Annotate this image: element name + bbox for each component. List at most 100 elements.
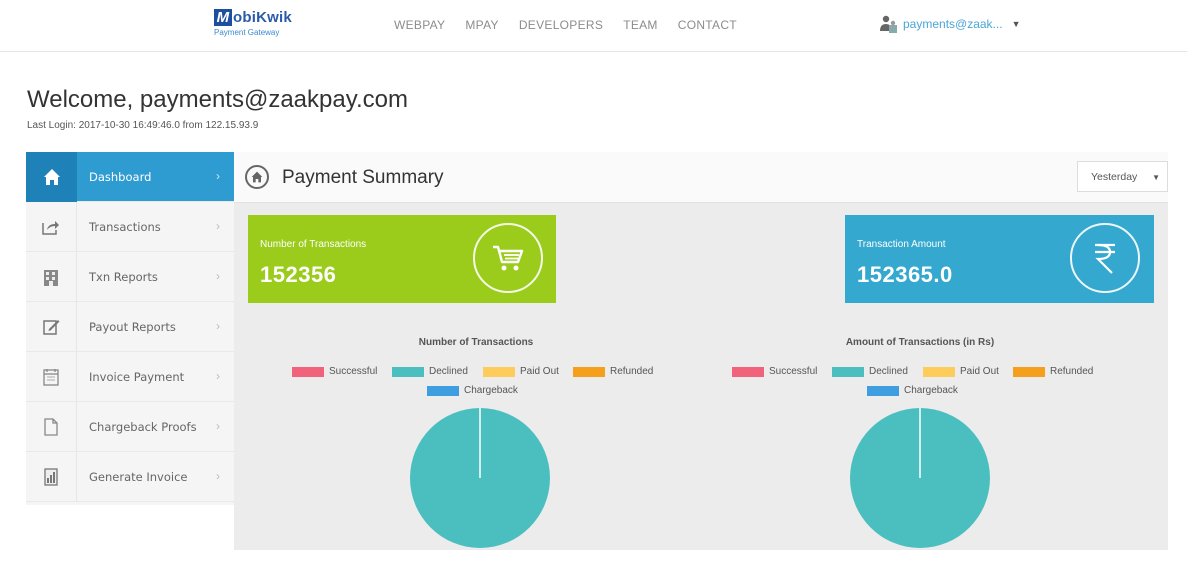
nav-contact[interactable]: CONTACT (678, 18, 737, 32)
sidebar-item-label: Payout Reports (89, 319, 176, 334)
main-panel: Payment Summary Yesterday ▼ Number of Tr… (234, 152, 1168, 550)
chevron-right-icon: › (216, 169, 220, 183)
pie-chart (850, 408, 990, 548)
sidebar-item-chargeback-proofs[interactable]: Chargeback Proofs › (26, 401, 234, 452)
period-select-value: Yesterday (1091, 170, 1138, 183)
chart-transactions: Number of Transactions Successful Declin… (256, 337, 696, 548)
legend-label: Refunded (610, 366, 654, 377)
transactions-count-card: Number of Transactions 152356 (248, 215, 556, 303)
sidebar: Dashboard › Transactions › Txn Reports ›… (26, 151, 234, 505)
home-icon (43, 168, 60, 185)
chart-amount: Amount of Transactions (in Rs) Successfu… (700, 337, 1140, 548)
sidebar-item-dashboard[interactable]: Dashboard › (26, 151, 234, 202)
pie-chart (410, 408, 550, 548)
page-title: Payment Summary (282, 167, 444, 188)
legend-item-chargeback[interactable]: Chargeback (867, 385, 958, 396)
chevron-right-icon: › (216, 469, 220, 483)
nav-mpay[interactable]: MPAY (465, 18, 498, 32)
chevron-right-icon: › (216, 419, 220, 433)
sidebar-icon-box (26, 451, 77, 502)
legend-swatch (867, 385, 899, 396)
legend-label: Chargeback (904, 385, 958, 396)
sidebar-icon-box (26, 201, 77, 252)
chart-title: Number of Transactions (418, 337, 534, 348)
home-icon (251, 171, 263, 183)
user-email: payments@zaak... (903, 17, 1003, 31)
sidebar-item-label: Chargeback Proofs (89, 419, 197, 434)
card-value: 152356 (260, 262, 337, 287)
legend-label: Declined (429, 366, 468, 377)
legend-swatch (483, 366, 515, 377)
legend-label: Successful (769, 366, 818, 377)
nav-team[interactable]: TEAM (623, 18, 658, 32)
legend-item-refunded[interactable]: Refunded (1013, 366, 1093, 377)
sidebar-item-payout-reports[interactable]: Payout Reports › (26, 301, 234, 352)
sidebar-icon-box (26, 151, 77, 202)
user-group-icon (880, 15, 897, 33)
legend-item-successful[interactable]: Successful (732, 366, 817, 377)
calendar-icon (43, 368, 59, 386)
chevron-right-icon: › (216, 319, 220, 333)
sidebar-icon-box (26, 351, 77, 402)
legend-swatch (392, 366, 424, 377)
chevron-right-icon: › (216, 219, 220, 233)
logo-m-mark: M (214, 9, 232, 26)
last-login-text: Last Login: 2017-10-30 16:49:46.0 from 1… (27, 120, 259, 131)
sidebar-item-generate-invoice[interactable]: Generate Invoice › (26, 451, 234, 502)
card-value: 152365.0 (857, 262, 953, 287)
caret-down-icon: ▼ (1152, 173, 1160, 182)
edit-icon (42, 320, 59, 335)
legend-label: Paid Out (520, 366, 559, 377)
legend-label: Chargeback (464, 385, 518, 396)
rupee-icon (1070, 223, 1140, 293)
sidebar-item-label: Generate Invoice (89, 469, 188, 484)
card-label: Number of Transactions (260, 239, 367, 250)
legend-item-declined[interactable]: Declined (832, 366, 908, 377)
panel-header: Payment Summary Yesterday ▼ (234, 152, 1168, 203)
logo-wordmark: MobiKwik (214, 9, 304, 26)
legend-swatch (427, 385, 459, 396)
legend-label: Declined (869, 366, 908, 377)
chart-title: Amount of Transactions (in Rs) (845, 337, 995, 348)
card-label: Transaction Amount (857, 239, 946, 250)
nav-developers[interactable]: DEVELOPERS (519, 18, 603, 32)
legend-item-paid-out[interactable]: Paid Out (483, 366, 559, 377)
sidebar-item-label: Dashboard (89, 169, 152, 184)
legend-swatch (292, 366, 324, 377)
nav-webpay[interactable]: WEBPAY (394, 18, 445, 32)
legend-swatch (832, 366, 864, 377)
welcome-heading: Welcome, payments@zaakpay.com (27, 86, 408, 113)
legend-item-paid-out[interactable]: Paid Out (923, 366, 999, 377)
chevron-right-icon: › (216, 369, 220, 383)
home-circle-icon (245, 165, 269, 189)
logo-text: obiKwik (233, 9, 292, 26)
user-menu[interactable]: payments@zaak... ▼ (878, 14, 1020, 34)
mobikwik-logo[interactable]: MobiKwik Payment Gateway (214, 9, 304, 45)
logo-subtitle: Payment Gateway (214, 28, 280, 37)
sidebar-icon-box (26, 301, 77, 352)
legend-swatch (573, 366, 605, 377)
main-nav: WEBPAY MPAY DEVELOPERS TEAM CONTACT (394, 18, 757, 32)
sidebar-item-label: Invoice Payment (89, 369, 185, 384)
sidebar-icon-box (26, 251, 77, 302)
sidebar-item-label: Txn Reports (89, 269, 158, 284)
top-navbar: MobiKwik Payment Gateway WEBPAY MPAY DEV… (0, 0, 1187, 52)
period-select[interactable]: Yesterday ▼ (1077, 161, 1168, 192)
sidebar-item-transactions[interactable]: Transactions › (26, 201, 234, 252)
legend-label: Paid Out (960, 366, 999, 377)
sidebar-icon-box (26, 401, 77, 452)
sidebar-item-invoice-payment[interactable]: Invoice Payment › (26, 351, 234, 402)
legend-item-chargeback[interactable]: Chargeback (427, 385, 518, 396)
legend-item-successful[interactable]: Successful (292, 366, 377, 377)
share-icon (42, 220, 59, 235)
legend-item-declined[interactable]: Declined (392, 366, 468, 377)
sidebar-item-txn-reports[interactable]: Txn Reports › (26, 251, 234, 302)
transaction-amount-card: Transaction Amount 152365.0 (845, 215, 1154, 303)
caret-down-icon: ▼ (1011, 19, 1021, 29)
legend-swatch (1013, 366, 1045, 377)
sidebar-item-label: Transactions (89, 219, 161, 234)
legend-swatch (732, 366, 764, 377)
legend-item-refunded[interactable]: Refunded (573, 366, 653, 377)
report-icon (44, 467, 58, 486)
chevron-right-icon: › (216, 269, 220, 283)
